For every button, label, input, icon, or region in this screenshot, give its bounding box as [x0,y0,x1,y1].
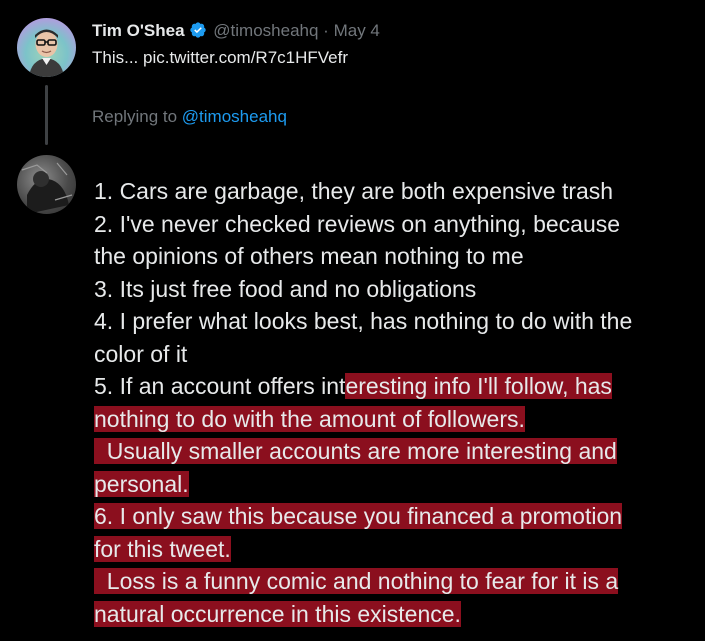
reply-text: 1. Cars are garbage, they are both expen… [94,175,705,630]
reply-line: color of it [94,340,188,367]
reply-text-plain: 5. If an account offers int [94,373,346,399]
replying-to-handle-link[interactable]: @timosheahq [182,107,287,126]
thread-connector-line [45,85,48,145]
text-highlight: personal. [94,470,189,497]
reply-line: for this tweet. [94,533,705,566]
author-name[interactable]: Tim O'Shea [92,21,185,40]
tweet-date[interactable]: May 4 [334,21,380,40]
reply-line: Usually smaller accounts are more intere… [94,435,705,468]
author-avatar[interactable] [17,18,76,77]
text-highlight: eresting info I'll follow, has [345,373,612,399]
text-highlight: nothing to do with the amount of followe… [94,405,525,432]
reply-line: the opinions of others mean nothing to m… [94,243,524,269]
reply-line: 4. I prefer what looks best, has nothing… [94,308,633,334]
tweet-header: Tim O'Shea @timosheahq · May 4 [92,20,380,45]
text-highlight: natural occurrence in this existence. [94,600,461,627]
tweet-text: This... pic.twitter.com/R7c1HFVefr [92,48,349,67]
reply-line: natural occurrence in this existence. [94,598,705,631]
reply-line: 1. Cars are garbage, they are both expen… [94,178,614,204]
reply-line: personal. [94,468,705,501]
reply-line: 5. If an account offers interesting info… [94,370,705,403]
text-highlight: 6. I only saw this because you financed … [94,503,623,529]
text-highlight: Usually smaller accounts are more intere… [94,438,617,464]
reply-line: nothing to do with the amount of followe… [94,403,705,436]
reply-line: Loss is a funny comic and nothing to fea… [94,565,705,598]
reply-line: 3. Its just free food and no obligations [94,275,477,302]
replying-to: Replying to @timosheahq [92,106,287,128]
separator-dot: · [323,21,329,40]
replying-to-label: Replying to [92,107,178,126]
text-highlight: Loss is a funny comic and nothing to fea… [94,568,619,594]
reply-line: 2. I've never checked reviews on anythin… [94,210,621,237]
replier-avatar[interactable] [17,155,76,214]
verified-badge-icon [189,21,207,45]
reply-line: 6. I only saw this because you financed … [94,500,705,533]
text-highlight: for this tweet. [94,535,231,562]
author-handle[interactable]: @timosheahq [213,21,318,40]
